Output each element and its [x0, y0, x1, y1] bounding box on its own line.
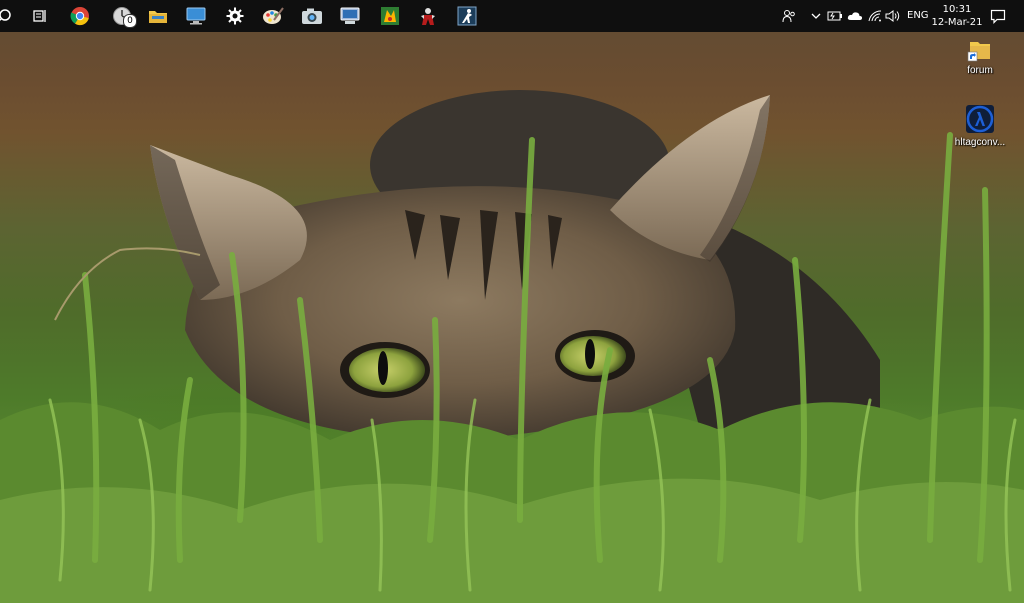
desktop-icon-hltagconv[interactable]: hltagconv...	[948, 104, 1012, 149]
folder-shortcut-icon	[967, 42, 990, 62]
search-icon[interactable]	[0, 4, 16, 28]
network-manager-icon[interactable]	[338, 4, 362, 28]
clock-app-icon[interactable]: 0	[108, 4, 137, 28]
desktop-wallpaper	[0, 0, 1024, 603]
file-explorer-icon[interactable]	[146, 4, 170, 28]
wifi-icon[interactable]	[867, 8, 883, 24]
desktop-icon-forum[interactable]: forum	[948, 38, 1012, 77]
battery-icon[interactable]	[827, 8, 843, 24]
half-life-lambda-icon	[966, 105, 994, 133]
desktop-icon-label: hltagconv...	[954, 137, 1006, 148]
chevron-up-icon[interactable]	[810, 8, 822, 24]
clock-time: 10:31	[942, 4, 972, 15]
onedrive-cloud-icon[interactable]	[847, 8, 863, 24]
notifications-icon[interactable]	[989, 8, 1007, 24]
clock-date: 12-Mar-21	[931, 17, 983, 28]
counter-strike-icon[interactable]	[455, 4, 479, 28]
paint-palette-icon[interactable]	[261, 4, 285, 28]
cat-in-grass-wallpaper	[0, 90, 1024, 603]
chrome-icon[interactable]	[68, 4, 92, 28]
people-icon[interactable]	[781, 8, 797, 24]
character-app-icon[interactable]	[416, 4, 440, 28]
task-view-icon[interactable]	[28, 4, 52, 28]
clock-app-badge: 0	[123, 14, 137, 28]
taskbar: 0 ENG 10:31 12-Mar-21	[0, 0, 1024, 32]
desktop-screen: 0 ENG 10:31 12-Mar-21 forum hltagconv...	[0, 0, 1024, 603]
camera-icon[interactable]	[300, 4, 324, 28]
game-app-icon[interactable]	[378, 4, 402, 28]
settings-gear-icon[interactable]	[223, 4, 247, 28]
desktop-icon-label: forum	[967, 65, 993, 76]
volume-icon[interactable]	[885, 8, 901, 24]
remote-desktop-icon[interactable]	[184, 4, 208, 28]
language-indicator[interactable]: ENG	[907, 9, 929, 23]
taskbar-clock[interactable]: 10:31 12-Mar-21	[930, 3, 984, 29]
